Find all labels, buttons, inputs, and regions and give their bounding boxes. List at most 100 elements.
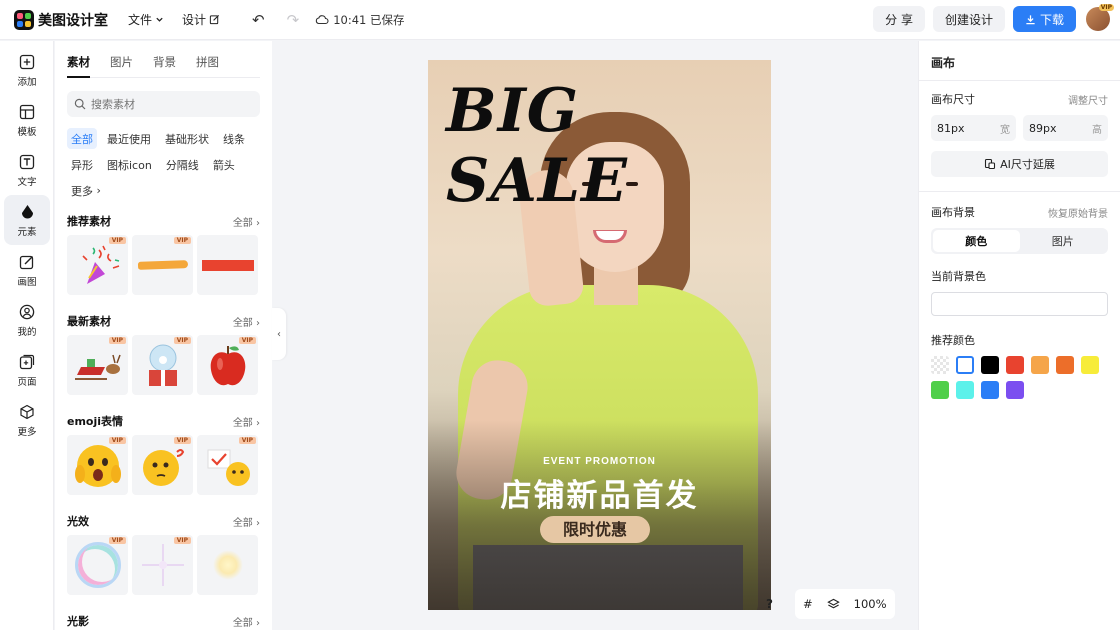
vip-badge: VIP	[108, 237, 126, 244]
asset-thumb[interactable]: VIP	[132, 335, 193, 395]
see-all-link[interactable]: 全部 ›	[233, 614, 260, 629]
color-swatch[interactable]	[1006, 381, 1024, 399]
asset-thumb[interactable]	[197, 535, 258, 595]
category-chips: 全部 最近使用 基础形状 线条 异形 图标icon 分隔线 箭头 更多 ›	[55, 117, 272, 201]
rail-item-page[interactable]: 页面	[0, 345, 54, 395]
asset-thumb[interactable]	[197, 235, 258, 295]
vip-badge: VIP	[173, 337, 191, 344]
reindeer-sleigh-icon	[74, 354, 121, 380]
seg-color[interactable]: 颜色	[933, 230, 1020, 252]
thinking-emoji-icon	[142, 449, 184, 486]
download-button[interactable]: 下载	[1012, 6, 1076, 32]
zoom-level[interactable]: 100%	[854, 597, 887, 611]
chip-dividers[interactable]: 分隔线	[162, 154, 203, 175]
color-swatch[interactable]	[1006, 356, 1024, 374]
search-input[interactable]	[91, 97, 251, 111]
asset-thumb[interactable]: VIP	[67, 435, 128, 495]
rail-item-more[interactable]: 更多	[0, 395, 54, 445]
asset-thumb[interactable]: VIP	[67, 335, 128, 395]
chip-icons[interactable]: 图标icon	[103, 154, 156, 175]
current-bg-label: 当前背景色	[931, 270, 986, 283]
color-swatches	[919, 348, 1120, 399]
color-swatch[interactable]	[981, 381, 999, 399]
chip-recent[interactable]: 最近使用	[103, 128, 155, 149]
tab-collage[interactable]: 拼图	[196, 54, 219, 78]
asset-thumb[interactable]: VIP	[67, 235, 128, 295]
promo-subtitle[interactable]: EVENT PROMOTION	[428, 456, 771, 467]
vip-badge: VIP	[238, 337, 256, 344]
chip-basic-shapes[interactable]: 基础形状	[161, 128, 213, 149]
vip-badge: VIP	[173, 537, 191, 544]
see-all-link[interactable]: 全部 ›	[233, 514, 260, 529]
tab-materials[interactable]: 素材	[67, 54, 90, 78]
color-swatch[interactable]	[931, 381, 949, 399]
undo-icon[interactable]: ↶	[252, 11, 265, 29]
tab-backgrounds[interactable]: 背景	[153, 54, 176, 78]
rail-item-draw[interactable]: 画图	[0, 245, 54, 295]
asset-thumb[interactable]: VIP	[67, 535, 128, 595]
color-swatch[interactable]	[956, 381, 974, 399]
chip-irregular[interactable]: 异形	[67, 154, 97, 175]
current-bg-color-field[interactable]	[931, 292, 1108, 316]
red-bar-shape	[201, 259, 254, 271]
height-field[interactable]: 89px 高	[1023, 115, 1108, 141]
tab-images[interactable]: 图片	[110, 54, 133, 78]
draw-icon	[18, 253, 36, 271]
color-swatch[interactable]	[1031, 356, 1049, 374]
vip-badge: VIP	[173, 237, 191, 244]
see-all-link[interactable]: 全部 ›	[233, 314, 260, 329]
user-icon	[18, 303, 36, 321]
color-swatch[interactable]	[1081, 356, 1099, 374]
chip-lines[interactable]: 线条	[219, 128, 249, 149]
plus-square-icon	[18, 53, 36, 71]
rail-item-elements[interactable]: 元素	[4, 195, 50, 245]
rail-item-text[interactable]: 文字	[0, 145, 54, 195]
grid-icon[interactable]: #	[803, 597, 813, 611]
color-swatch[interactable]	[1056, 356, 1074, 374]
file-menu[interactable]: 文件	[128, 11, 164, 28]
rail-item-mine[interactable]: 我的	[0, 295, 54, 345]
asset-thumb[interactable]: VIP	[132, 435, 193, 495]
redo-icon[interactable]: ↷	[287, 11, 300, 29]
help-button[interactable]: ?	[766, 597, 773, 611]
app-logo[interactable]: 美图设计室	[14, 9, 108, 30]
see-all-link[interactable]: 全部 ›	[233, 414, 260, 429]
headline-text[interactable]: BIG SALE	[446, 76, 771, 216]
asset-thumb[interactable]: VIP	[132, 535, 193, 595]
rail-item-template[interactable]: 模板	[0, 95, 54, 145]
artboard[interactable]: BIG SALE EVENT PROMOTION 店铺新品首发 限时优惠	[428, 60, 771, 610]
seg-image[interactable]: 图片	[1020, 230, 1107, 252]
top-bar: 美图设计室 文件 设计 ↶ ↷ 10:41 已保存 分 享 创建设计 下载 VI…	[0, 0, 1120, 40]
share-button[interactable]: 分 享	[873, 6, 925, 32]
ai-extend-button[interactable]: AI尺寸延展	[931, 151, 1108, 177]
asset-thumb[interactable]: VIP	[197, 335, 258, 395]
avatar[interactable]: VIP	[1086, 4, 1114, 31]
section-title: 推荐素材	[67, 215, 111, 228]
chip-arrows[interactable]: 箭头	[209, 154, 239, 175]
create-design-button[interactable]: 创建设计	[932, 6, 1005, 32]
layers-icon[interactable]	[826, 598, 840, 611]
design-menu[interactable]: 设计	[182, 11, 220, 28]
asset-thumb[interactable]: VIP	[197, 435, 258, 495]
chip-all[interactable]: 全部	[67, 128, 97, 149]
color-swatch[interactable]	[981, 356, 999, 374]
see-all-label: 全部	[232, 617, 253, 629]
width-field[interactable]: 81px 宽	[931, 115, 1016, 141]
color-swatch[interactable]	[956, 356, 974, 374]
brush-stroke-shape	[137, 260, 188, 270]
resize-icon	[985, 158, 996, 170]
canvas-toolbar: # 100%	[795, 589, 895, 619]
promo-pill[interactable]: 限时优惠	[540, 516, 650, 543]
template-icon	[18, 103, 36, 121]
promo-title[interactable]: 店铺新品首发	[428, 470, 771, 515]
color-swatch[interactable]	[931, 356, 949, 374]
adjust-size-link[interactable]: 调整尺寸	[1068, 92, 1108, 107]
asset-thumb[interactable]: VIP	[132, 235, 193, 295]
rail-item-add[interactable]: 添加	[0, 45, 54, 95]
rail-label: 模板	[17, 126, 37, 138]
restore-bg-link[interactable]: 恢复原始背景	[1048, 205, 1108, 220]
chip-more[interactable]: 更多 ›	[67, 180, 105, 201]
search-icon	[74, 98, 86, 110]
search-box[interactable]	[67, 91, 260, 117]
see-all-link[interactable]: 全部 ›	[233, 214, 260, 229]
